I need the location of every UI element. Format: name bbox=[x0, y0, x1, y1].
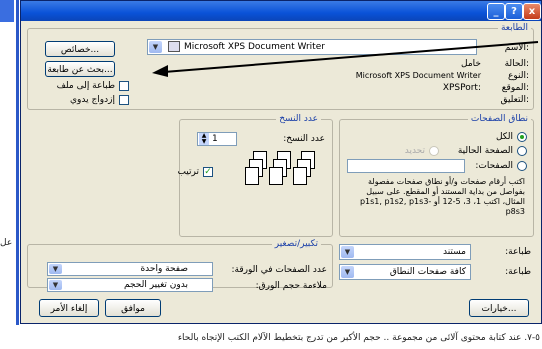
close-button[interactable]: x bbox=[523, 3, 541, 20]
pages-per-sheet-label: عدد الصفحات في الورقة: bbox=[231, 265, 327, 275]
range-pages-input[interactable] bbox=[347, 159, 465, 173]
range-current-label: الصفحة الحالية bbox=[457, 146, 513, 156]
print-option-select[interactable]: ▼ كافة صفحات النطاق bbox=[339, 264, 471, 280]
collate-checkbox[interactable]: ✓ bbox=[203, 167, 213, 177]
print-to-file-checkbox[interactable] bbox=[119, 81, 129, 91]
range-pages-label: الصفحات: bbox=[475, 161, 513, 171]
comment-label: التعليق: bbox=[500, 95, 529, 105]
where-value: XPSPort: bbox=[442, 83, 481, 93]
help-button[interactable]: ? bbox=[505, 3, 523, 20]
page-range-group-title: نطاق الصفحات bbox=[467, 114, 531, 124]
scale-label: ملاءمة حجم الورق: bbox=[255, 281, 327, 291]
manual-duplex-checkbox[interactable] bbox=[119, 95, 129, 105]
copies-count-label: عدد النسخ: bbox=[283, 134, 325, 144]
chevron-down-icon: ▼ bbox=[341, 266, 354, 278]
range-selection-label: تحديد bbox=[404, 146, 425, 156]
range-pages-radio[interactable] bbox=[517, 161, 527, 171]
print-to-file-label: طباعة إلى ملف bbox=[56, 81, 115, 91]
background-border bbox=[16, 0, 19, 325]
background-titlebar bbox=[0, 0, 14, 22]
dialog-titlebar[interactable]: x ? _ bbox=[21, 1, 541, 21]
range-all-radio[interactable] bbox=[517, 132, 527, 142]
chevron-down-icon: ▼ bbox=[341, 246, 354, 258]
where-label: الموقع: bbox=[501, 83, 529, 93]
close-icon: x bbox=[528, 6, 536, 17]
range-help-text: اكتب أرقام صفحات و/أو نطاق صفحات مفصولة … bbox=[359, 177, 525, 216]
footer-caption: ٥-٧. عند كتابة محتوى آلائى من مجموعة .. … bbox=[177, 333, 540, 343]
manual-duplex-label: إزدواج يدوي bbox=[70, 95, 115, 105]
range-selection-radio[interactable] bbox=[429, 146, 439, 156]
background-window-edge bbox=[0, 0, 20, 325]
minimize-button[interactable]: _ bbox=[487, 3, 505, 20]
print-what-select[interactable]: ▼ مستند bbox=[339, 244, 471, 260]
pages-per-sheet-select[interactable]: ▼ صفحة واحدة bbox=[47, 262, 213, 276]
cancel-button[interactable]: إلغاء الأمر bbox=[39, 299, 99, 317]
chevron-down-icon: ▼ bbox=[49, 280, 62, 290]
scale-value: بدون تغيير الحجم bbox=[123, 280, 188, 290]
find-printer-button[interactable]: بحث عن طابعة... bbox=[45, 61, 115, 77]
help-icon: ? bbox=[511, 6, 517, 17]
options-button[interactable]: خيارات... bbox=[469, 299, 529, 317]
scale-select[interactable]: ▼ بدون تغيير الحجم bbox=[47, 278, 213, 292]
print-option-value: كافة صفحات النطاق bbox=[389, 267, 466, 277]
pages-per-sheet-value: صفحة واحدة bbox=[140, 264, 188, 274]
ok-button[interactable]: موافق bbox=[105, 299, 161, 317]
annotation-arrow bbox=[152, 41, 539, 77]
print-option-label: طباعة: bbox=[505, 267, 531, 277]
minimize-icon: _ bbox=[493, 6, 499, 17]
background-side-text: عل bbox=[0, 238, 13, 248]
print-what-value: مستند bbox=[442, 247, 466, 257]
print-what-label: طباعة: bbox=[505, 247, 531, 257]
range-current-radio[interactable] bbox=[517, 146, 527, 156]
copies-group-title: عدد النسخ bbox=[276, 114, 321, 124]
zoom-group-title: تكبير/تصغير bbox=[271, 239, 321, 249]
spin-icon[interactable]: ▲ ▼ bbox=[199, 133, 209, 145]
copies-count-input[interactable]: ▲ ▼ 1 bbox=[197, 132, 237, 146]
range-all-label: الكل bbox=[495, 132, 513, 142]
chevron-down-icon: ▼ bbox=[49, 264, 62, 274]
collate-label: ترتيب bbox=[177, 167, 199, 177]
copies-count-value: 1 bbox=[212, 134, 218, 144]
properties-button[interactable]: خصائص... bbox=[45, 41, 115, 57]
